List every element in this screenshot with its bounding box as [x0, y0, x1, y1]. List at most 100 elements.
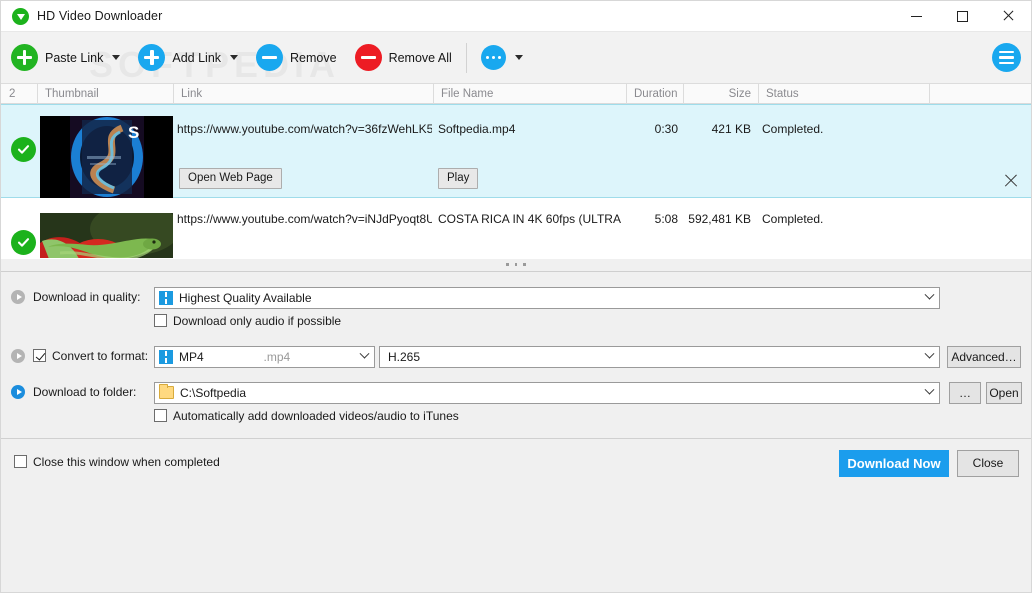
video-thumbnail[interactable]: S [40, 116, 173, 198]
chevron-down-icon[interactable] [919, 347, 939, 367]
maximize-icon [956, 10, 968, 22]
table-row[interactable]: S https://www.youtube.com/watch?v=36fzWe… [1, 104, 1031, 198]
close-when-completed-row[interactable]: Close this window when completed [14, 455, 220, 469]
row-status: Completed. [762, 212, 824, 226]
codec-select[interactable]: H.265 [379, 345, 940, 368]
chevron-down-icon[interactable] [919, 383, 939, 403]
itunes-checkbox[interactable] [154, 409, 167, 422]
column-actions [929, 84, 1032, 104]
footer-bar: Close this window when completed Downloa… [1, 438, 1031, 592]
maximize-button[interactable] [939, 1, 985, 32]
open-web-page-button[interactable]: Open Web Page [179, 168, 282, 189]
folder-icon [159, 384, 174, 399]
quality-select[interactable]: Highest Quality Available [154, 286, 940, 309]
download-quality-label: Download in quality: [33, 289, 141, 304]
video-thumbnail[interactable] [40, 213, 173, 258]
download-now-button[interactable]: Download Now [839, 449, 949, 477]
column-thumbnail[interactable]: Thumbnail [37, 84, 173, 104]
column-size[interactable]: Size [683, 84, 758, 104]
plus-blue-icon [138, 44, 166, 71]
chevron-right-circle-icon[interactable] [11, 384, 25, 399]
row-size: 592,481 KB [688, 212, 751, 226]
paste-link-button[interactable]: Paste Link [11, 44, 103, 71]
ellipsis-icon [480, 45, 506, 70]
column-link[interactable]: Link [173, 84, 433, 104]
download-folder-label: Download to folder: [33, 384, 137, 399]
chevron-down-icon[interactable] [354, 347, 374, 367]
itunes-checkbox-row[interactable]: Automatically add downloaded videos/audi… [154, 409, 459, 423]
close-when-completed-checkbox[interactable] [14, 455, 27, 468]
table-row[interactable]: https://www.youtube.com/watch?v=iNJdPyoq… [1, 198, 1031, 258]
title-bar: HD Video Downloader [1, 1, 1031, 32]
format-extension: .mp4 [263, 349, 291, 364]
app-window: HD Video Downloader SOFTPEDIA Paste Link [0, 0, 1032, 593]
codec-value: H.265 [388, 349, 421, 364]
audio-only-label: Download only audio if possible [173, 313, 342, 328]
row-file-name: COSTA RICA IN 4K 60fps (ULTRA … [438, 212, 623, 226]
close-icon [1002, 10, 1014, 22]
hamburger-menu-icon[interactable] [992, 43, 1021, 72]
paste-link-dropdown-icon[interactable] [112, 55, 121, 60]
row-remove-icon[interactable] [1003, 173, 1019, 189]
chevron-right-circle-icon[interactable] [11, 289, 25, 304]
itunes-label: Automatically add downloaded videos/audi… [173, 408, 459, 423]
download-folder-row: Download to folder: [11, 384, 137, 399]
minus-red-icon [354, 44, 382, 71]
remove-button[interactable]: Remove [256, 44, 337, 71]
format-select[interactable]: MP4 .mp4 [154, 345, 375, 368]
row-size: 421 KB [711, 122, 751, 136]
film-icon [159, 349, 173, 364]
settings-panel: Download in quality: Highest Quality Ava… [1, 271, 1031, 439]
close-button[interactable]: Close [957, 449, 1019, 477]
quality-value: Highest Quality Available [179, 290, 312, 305]
download-quality-row: Download in quality: [11, 289, 141, 304]
check-circle-icon [11, 137, 36, 162]
row-file-name: Softpedia.mp4 [438, 122, 516, 136]
minimize-icon [910, 15, 922, 17]
audio-only-checkbox[interactable] [154, 314, 167, 327]
close-window-button[interactable] [985, 1, 1031, 32]
convert-to-format-label: Convert to format: [52, 348, 149, 363]
download-list[interactable]: S https://www.youtube.com/watch?v=36fzWe… [1, 104, 1031, 258]
paste-link-label: Paste Link [45, 50, 104, 65]
chevron-down-icon[interactable] [919, 288, 939, 308]
window-title: HD Video Downloader [37, 9, 163, 23]
chevron-right-circle-icon[interactable] [11, 348, 25, 363]
column-count: 2 [9, 88, 16, 100]
row-link[interactable]: https://www.youtube.com/watch?v=iNJdPyoq… [177, 212, 432, 226]
minimize-button[interactable] [893, 1, 939, 32]
convert-to-format-checkbox[interactable] [33, 349, 46, 362]
panel-splitter[interactable] [1, 257, 1031, 272]
audio-only-checkbox-row[interactable]: Download only audio if possible [154, 314, 341, 328]
folder-value: C:\Softpedia [180, 385, 247, 400]
download-arrow-icon [12, 7, 29, 25]
column-duration[interactable]: Duration [626, 84, 683, 104]
row-duration: 0:30 [654, 122, 678, 136]
row-link[interactable]: https://www.youtube.com/watch?v=36fzWehL… [177, 122, 432, 136]
remove-all-label: Remove All [388, 50, 452, 65]
add-link-button[interactable]: Add Link [138, 44, 221, 71]
film-icon [159, 290, 173, 305]
more-options-button[interactable] [480, 45, 506, 70]
advanced-button[interactable]: Advanced… [947, 345, 1021, 368]
main-toolbar: SOFTPEDIA Paste Link Add Link Remove [1, 32, 1031, 85]
remove-label: Remove [290, 50, 337, 65]
column-status[interactable]: Status [758, 84, 929, 104]
format-value: MP4 [179, 349, 204, 364]
close-when-completed-label: Close this window when completed [33, 454, 220, 469]
plus-green-icon [11, 44, 38, 71]
play-button[interactable]: Play [438, 168, 479, 189]
browse-folder-button[interactable]: … [949, 381, 981, 404]
minus-blue-icon [256, 44, 284, 71]
column-file-name[interactable]: File Name [433, 84, 626, 104]
row-status: Completed. [762, 122, 824, 136]
add-link-dropdown-icon[interactable] [230, 55, 239, 60]
list-column-header: 2 Thumbnail Link File Name Duration Size… [1, 84, 1031, 104]
more-options-dropdown-icon[interactable] [514, 55, 523, 60]
window-controls [893, 1, 1031, 32]
svg-text:S: S [128, 123, 139, 142]
open-folder-button[interactable]: Open [986, 381, 1022, 404]
remove-all-button[interactable]: Remove All [354, 44, 452, 71]
folder-select[interactable]: C:\Softpedia [154, 381, 940, 404]
add-link-label: Add Link [172, 50, 222, 65]
